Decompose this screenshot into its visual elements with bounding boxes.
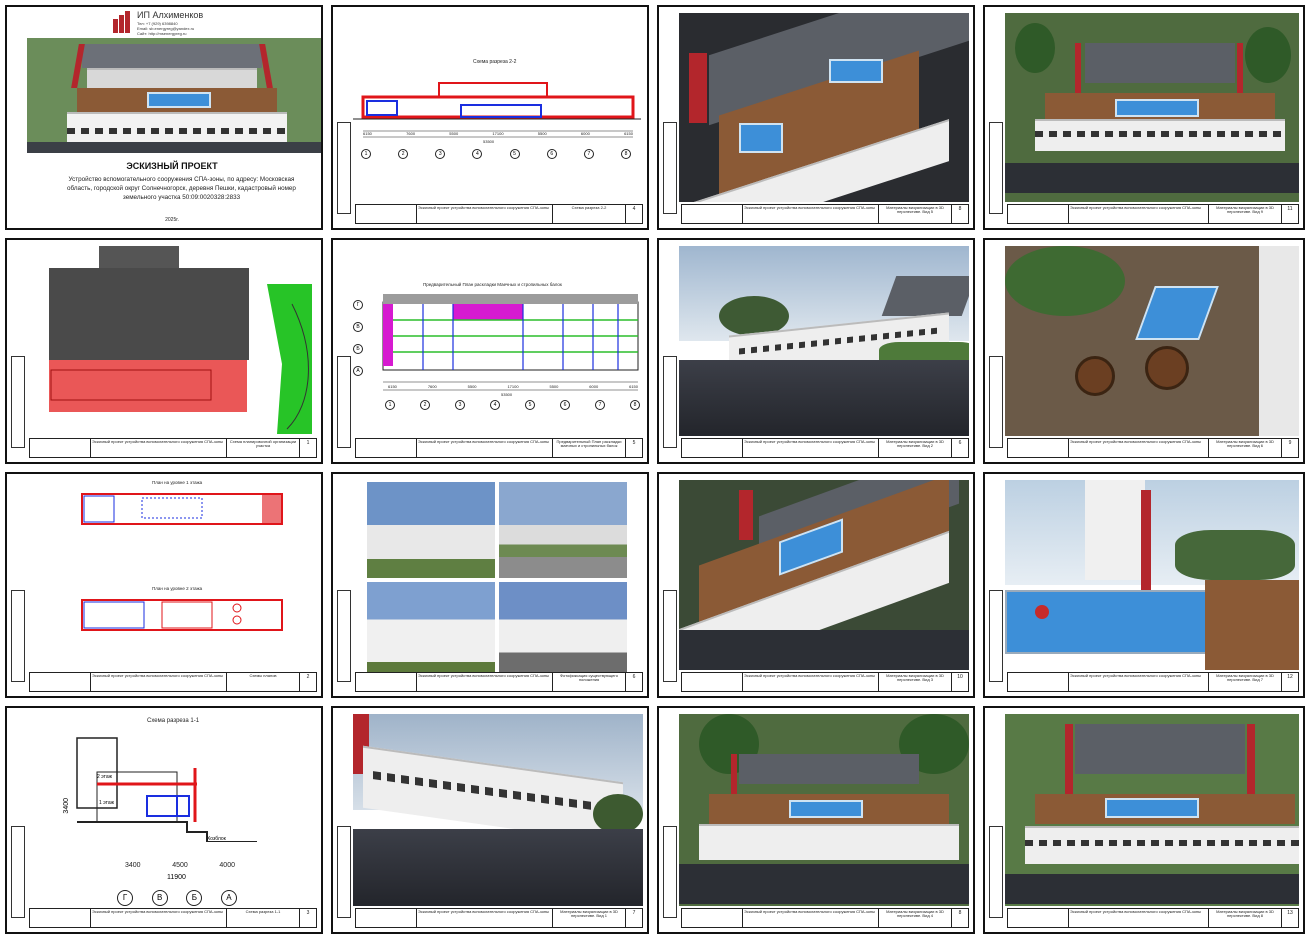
- project-year: 2025г.: [165, 217, 179, 223]
- photo-4: [499, 582, 627, 676]
- dim-total: 53500: [501, 392, 513, 397]
- sheet-render-view-7[interactable]: Эскизный проект устройства вспомогательн…: [983, 472, 1305, 698]
- render-image: [1005, 246, 1299, 436]
- render-image: [679, 246, 969, 436]
- title-block: Эскизный проект устройства вспомогательн…: [355, 908, 643, 928]
- sheet-section-2-2[interactable]: Схема разреза 2-2 6150 7600 5500 17100 5500 6…: [331, 5, 649, 230]
- plan-title: Предварительный План раскладки Маечных и…: [423, 282, 562, 287]
- section-title: Схема разреза 2-2: [473, 59, 517, 65]
- sheet-render-view-8[interactable]: Эскизный проект устройства вспомогательн…: [983, 706, 1305, 934]
- dim-total: 53500: [483, 139, 495, 144]
- row-axes: Г В Б А: [353, 300, 363, 376]
- plan1-title: План на уровне 1 этажа: [152, 480, 203, 485]
- render-image: [1005, 13, 1299, 202]
- render-image: [1005, 480, 1299, 670]
- section-1-1-drawing: [76, 737, 257, 842]
- photo-1: [367, 482, 495, 578]
- render-image: [353, 714, 643, 906]
- render-image: [679, 714, 969, 906]
- plan2-title: План на уровне 2 этажа: [152, 586, 203, 591]
- dim-row: 6150 7600 5500 17100 5500 6000 6150: [388, 384, 638, 389]
- title-block: Эскизный проект устройства вспомогательн…: [29, 438, 317, 458]
- title-block: Эскизный проект устройства вспомогательн…: [355, 204, 643, 224]
- render-image: [679, 13, 969, 202]
- site-plan-drawing: [49, 246, 312, 434]
- axis-row: 1 2 3 4 5 6 7 8: [361, 149, 631, 159]
- title-block: Эскизный проект устройства вспомогательн…: [681, 438, 969, 458]
- dim-row: 6150 7600 5500 17100 5500 6000 6150: [363, 131, 633, 136]
- sheet-section-1-1[interactable]: Схема разреза 1-1 2 этаж 1 этаж Хозблок …: [5, 706, 323, 934]
- title-block: Эскизный проект устройства вспомогательн…: [681, 672, 969, 692]
- plan1-drawing: [81, 493, 283, 525]
- height-dim: 3400: [63, 798, 70, 814]
- sheet-photo-fixation[interactable]: Эскизный проект устройства вспомогательн…: [331, 472, 649, 698]
- label-floor-1: 1 этаж: [99, 800, 114, 806]
- company-name: ИП Алхименков: [137, 10, 204, 20]
- title-block: Эскизный проект устройства вспомогательн…: [355, 672, 643, 692]
- sheet-render-view-6[interactable]: Эскизный проект устройства вспомогательн…: [983, 238, 1305, 464]
- title-block: Эскизный проект устройства вспомогательн…: [1007, 438, 1299, 458]
- sheet-render-view-3[interactable]: Эскизный проект устройства вспомогательн…: [657, 472, 975, 698]
- sheet-render-view-2[interactable]: Эскизный проект устройства вспомогательн…: [657, 238, 975, 464]
- sheet-floor-plans[interactable]: План на уровне 1 этажа План на уровне 2 …: [5, 472, 323, 698]
- sheet-render-view-1[interactable]: Эскизный проект устройства вспомогательн…: [331, 706, 649, 934]
- dim-row: 3400 4500 4000: [125, 862, 235, 869]
- company-logo: [111, 11, 133, 33]
- photo-2: [499, 482, 627, 578]
- photo-3: [367, 582, 495, 676]
- title-block: Эскизный проект устройства вспомогательн…: [681, 908, 969, 928]
- sheet-site-plan[interactable]: Эскизный проект устройства вспомогательн…: [5, 238, 323, 464]
- title-block: Эскизный проект устройства вспомогательн…: [1007, 204, 1299, 224]
- sheet-render-view-9[interactable]: Эскизный проект устройства вспомогательн…: [983, 5, 1305, 230]
- title-block: Эскизный проект устройства вспомогательн…: [29, 908, 317, 928]
- render-image: [679, 480, 969, 670]
- project-subtitle: Устройство вспомогательного сооружения С…: [67, 176, 296, 201]
- sheet-roof-beam-plan[interactable]: Предварительный План раскладки Маечных и…: [331, 238, 649, 464]
- title-block: Эскизный проект устройства вспомогательн…: [681, 204, 969, 224]
- title-block: Эскизный проект устройства вспомогательн…: [1007, 908, 1299, 928]
- render-image: [1005, 714, 1299, 906]
- label-floor-2: 2 этаж: [97, 774, 112, 780]
- contact-site: Сайт: http://msenergyreg.ru: [137, 31, 187, 36]
- axis-row: 1 2 3 4 5 6 7 8: [385, 400, 640, 410]
- title-block: Эскизный проект устройства вспомогательн…: [29, 672, 317, 692]
- sheet-render-view-4[interactable]: Эскизный проект устройства вспомогательн…: [657, 706, 975, 934]
- sheet-render-view-5[interactable]: Эскизный проект устройства вспомогательн…: [657, 5, 975, 230]
- plan2-drawing: [81, 599, 283, 631]
- section-title: Схема разреза 1-1: [147, 718, 200, 724]
- title-block: Эскизный проект устройства вспомогательн…: [355, 438, 643, 458]
- dim-total: 11900: [167, 874, 186, 881]
- title-block: Эскизный проект устройства вспомогательн…: [1007, 672, 1299, 692]
- sheet-cover[interactable]: ИП Алхименков Тел: +7 (929) 6398840 Emai…: [5, 5, 323, 230]
- label-shed: Хозблок: [207, 836, 226, 842]
- cover-render: [27, 38, 321, 153]
- project-title: ЭСКИЗНЫЙ ПРОЕКТ: [126, 161, 218, 171]
- axis-row: Г В Б А: [117, 890, 237, 906]
